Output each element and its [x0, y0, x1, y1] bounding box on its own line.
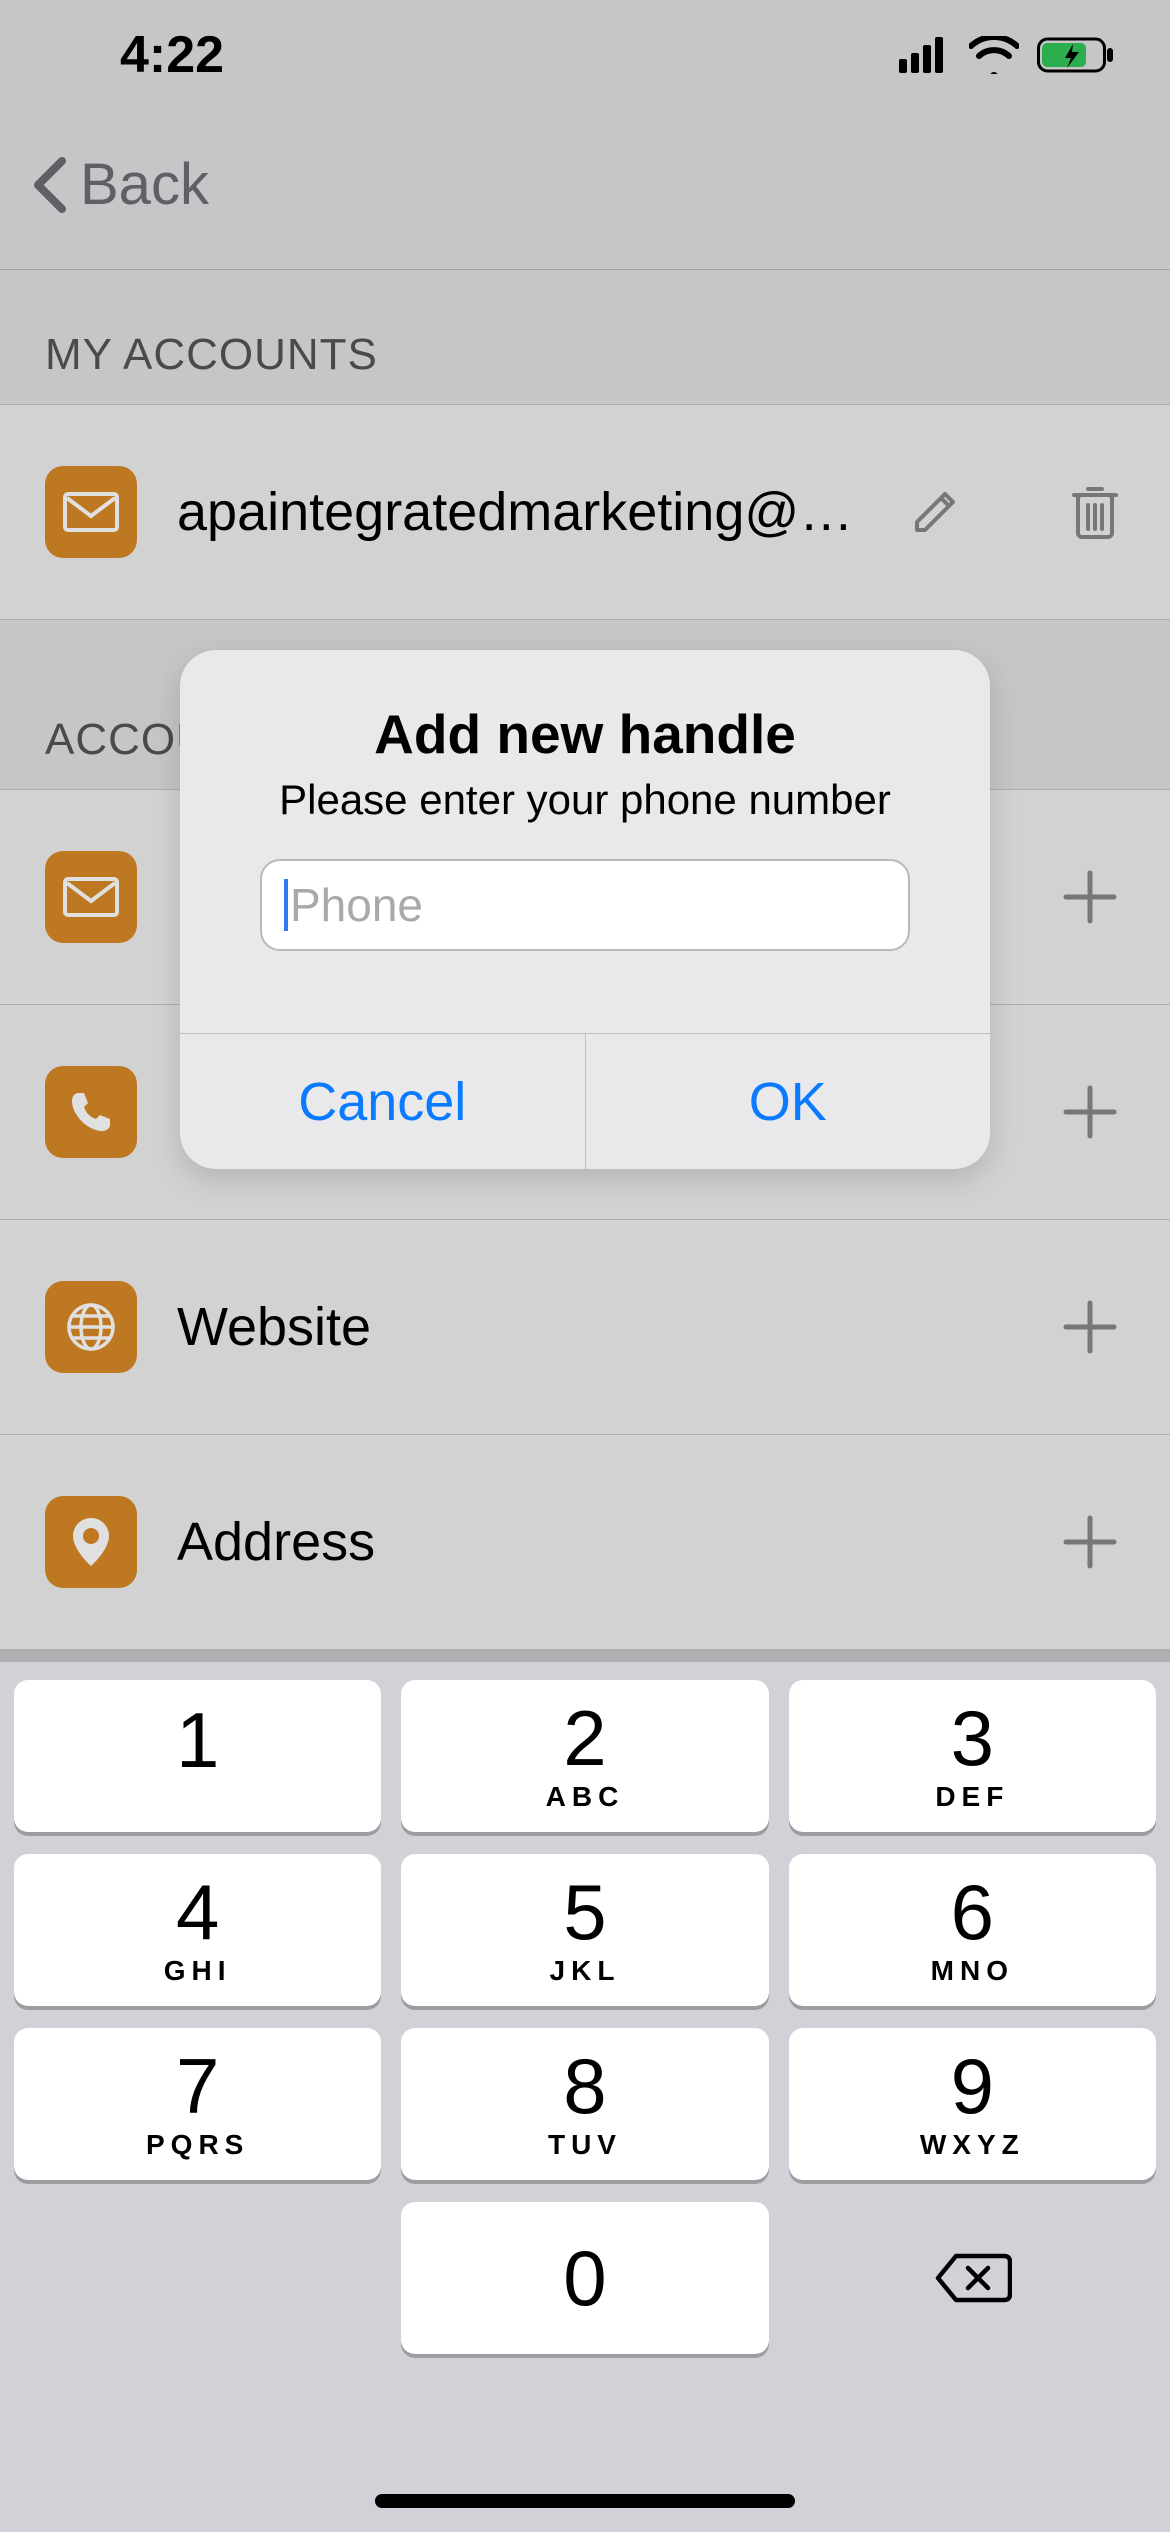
alert-message: Please enter your phone number — [220, 776, 950, 824]
account-row[interactable]: apaintegratedmarketing@gmail.c… — [0, 405, 1170, 620]
wifi-icon — [969, 36, 1019, 74]
keypad-key-3[interactable]: 3 DEF — [789, 1680, 1156, 1832]
account-type-label: Address — [177, 1511, 1015, 1573]
mail-icon — [45, 466, 137, 558]
phone-placeholder: Phone — [290, 878, 423, 932]
add-button[interactable] — [1055, 1077, 1125, 1147]
account-email-label: apaintegratedmarketing@gmail.c… — [177, 481, 865, 543]
keypad-key-8[interactable]: 8 TUV — [401, 2028, 768, 2180]
status-bar: 4:22 — [0, 0, 1170, 100]
back-button[interactable]: Back — [30, 151, 209, 218]
account-type-label: Website — [177, 1296, 1015, 1358]
globe-icon — [45, 1281, 137, 1373]
navigation-bar: Back — [0, 100, 1170, 270]
keypad-key-9[interactable]: 9 WXYZ — [789, 2028, 1156, 2180]
cellular-icon — [899, 37, 951, 73]
alert-modal: Add new handle Please enter your phone n… — [180, 650, 990, 1169]
account-type-address-row[interactable]: Address — [0, 1435, 1170, 1650]
text-cursor — [284, 879, 288, 931]
status-right — [899, 36, 1115, 74]
keypad-key-5[interactable]: 5 JKL — [401, 1854, 768, 2006]
keypad-key-4[interactable]: 4 GHI — [14, 1854, 381, 2006]
keypad-blank — [14, 2202, 381, 2354]
account-type-website-row[interactable]: Website — [0, 1220, 1170, 1435]
backspace-icon — [932, 2250, 1012, 2306]
keypad-key-0[interactable]: 0 — [401, 2202, 768, 2354]
home-indicator[interactable] — [375, 2494, 795, 2508]
battery-icon — [1037, 36, 1115, 74]
keypad-key-2[interactable]: 2 ABC — [401, 1680, 768, 1832]
delete-button[interactable] — [1065, 482, 1125, 542]
location-pin-icon — [45, 1496, 137, 1588]
phone-icon — [45, 1066, 137, 1158]
ok-button[interactable]: OK — [585, 1034, 991, 1169]
numeric-keypad: 1 2 ABC 3 DEF 4 GHI 5 JKL 6 MNO 7 PQRS 8 — [0, 1662, 1170, 2532]
alert-title: Add new handle — [220, 702, 950, 766]
add-button[interactable] — [1055, 1292, 1125, 1362]
back-label: Back — [80, 151, 209, 218]
add-button[interactable] — [1055, 1507, 1125, 1577]
my-accounts-header: MY ACCOUNTS — [0, 270, 1170, 405]
status-time: 4:22 — [120, 25, 224, 85]
chevron-left-icon — [30, 155, 70, 215]
keypad-key-6[interactable]: 6 MNO — [789, 1854, 1156, 2006]
mail-icon — [45, 851, 137, 943]
phone-input[interactable]: Phone — [260, 859, 910, 951]
edit-button[interactable] — [905, 482, 965, 542]
keypad-key-7[interactable]: 7 PQRS — [14, 2028, 381, 2180]
add-button[interactable] — [1055, 862, 1125, 932]
keypad-backspace[interactable] — [789, 2202, 1156, 2354]
keypad-key-1[interactable]: 1 — [14, 1680, 381, 1832]
cancel-button[interactable]: Cancel — [180, 1034, 585, 1169]
